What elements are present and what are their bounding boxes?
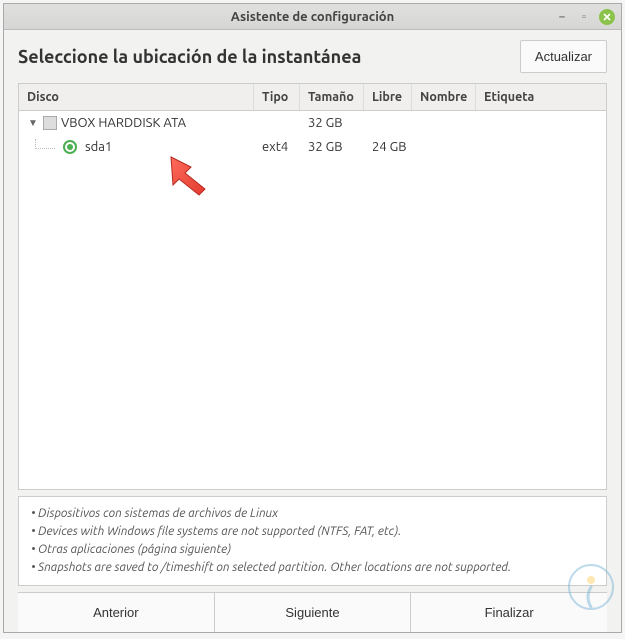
table-row[interactable]: ▼ VBOX HARDDISK ATA 32 GB (19, 111, 606, 135)
cell-tamano: 32 GB (300, 116, 364, 130)
cell-libre: 24 GB (364, 140, 412, 154)
th-tamano[interactable]: Tamaño (300, 84, 364, 110)
disk-label: VBOX HARDDISK ATA (61, 116, 186, 130)
page-heading: Seleccione la ubicación de la instantáne… (18, 47, 361, 67)
harddisk-icon (43, 116, 57, 130)
content-area: Seleccione la ubicación de la instantáne… (4, 30, 621, 632)
arrow-annotation-icon (167, 153, 217, 197)
previous-button[interactable]: Anterior (18, 593, 215, 632)
window-title: Asistente de configuración (231, 10, 394, 24)
radio-selected-icon[interactable] (63, 140, 77, 154)
table-body: ▼ VBOX HARDDISK ATA 32 GB sda1 (19, 111, 606, 489)
tree-branch-icon (35, 139, 55, 149)
cell-tipo: ext4 (254, 140, 300, 154)
wizard-footer: Anterior Siguiente Finalizar (18, 592, 607, 632)
config-wizard-window: Asistente de configuración – ▫ Seleccion… (3, 3, 622, 633)
close-icon[interactable] (599, 9, 615, 25)
finish-button[interactable]: Finalizar (411, 593, 607, 632)
note-line: Otras aplicaciones (página siguiente) (31, 541, 594, 559)
titlebar-controls: – ▫ (555, 9, 615, 25)
note-line: Snapshots are saved to /timeshift on sel… (31, 559, 594, 577)
maximize-icon[interactable]: ▫ (577, 10, 591, 24)
table-header: Disco Tipo Tamaño Libre Nombre Etiqueta (19, 84, 606, 111)
notes-panel: Dispositivos con sistemas de archivos de… (18, 496, 607, 586)
titlebar: Asistente de configuración – ▫ (4, 4, 621, 30)
minimize-icon[interactable]: – (555, 10, 569, 24)
th-nombre[interactable]: Nombre (412, 84, 476, 110)
refresh-button[interactable]: Actualizar (520, 40, 607, 73)
header-row: Seleccione la ubicación de la instantáne… (18, 40, 607, 73)
cell-tamano: 32 GB (300, 140, 364, 154)
th-tipo[interactable]: Tipo (254, 84, 300, 110)
note-line: Dispositivos con sistemas de archivos de… (31, 505, 594, 523)
disk-table: Disco Tipo Tamaño Libre Nombre Etiqueta … (18, 83, 607, 490)
next-button[interactable]: Siguiente (215, 593, 412, 632)
note-line: Devices with Windows file systems are no… (31, 523, 594, 541)
th-libre[interactable]: Libre (364, 84, 412, 110)
th-etiqueta[interactable]: Etiqueta (476, 84, 606, 110)
th-disco[interactable]: Disco (19, 84, 254, 110)
partition-label: sda1 (85, 140, 112, 154)
table-row[interactable]: sda1 ext4 32 GB 24 GB (19, 135, 606, 159)
chevron-down-icon[interactable]: ▼ (27, 117, 39, 129)
